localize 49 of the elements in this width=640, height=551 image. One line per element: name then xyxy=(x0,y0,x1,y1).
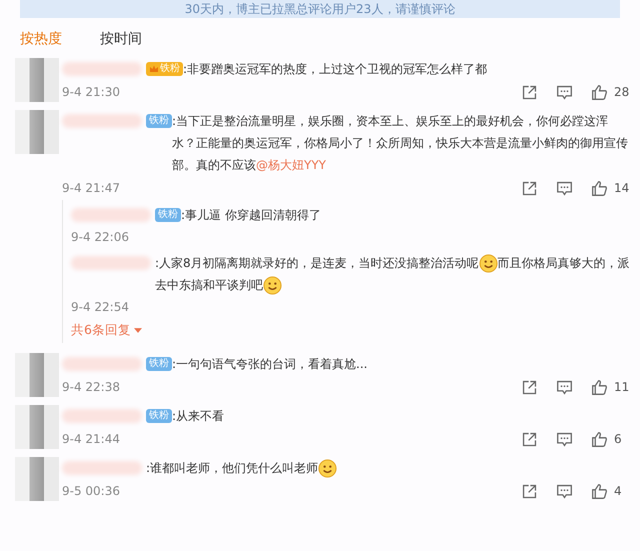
like-count: 6 xyxy=(614,432,623,446)
crown-icon xyxy=(149,64,159,74)
comment-text: :从来不看 xyxy=(172,408,226,425)
comment-icon[interactable] xyxy=(556,378,573,396)
more-replies-link[interactable]: 共6条回复 xyxy=(71,322,142,339)
comment-time: 9-4 21:44 xyxy=(62,432,120,446)
smiley-emoji-icon xyxy=(318,459,338,478)
comment-icon[interactable] xyxy=(556,482,573,500)
share-icon[interactable] xyxy=(521,378,538,396)
comment-time: 9-4 21:30 xyxy=(62,85,120,99)
comment-text: :一句句语气夸张的台词，看着真尬... xyxy=(172,356,368,373)
thumbs-up-icon[interactable] xyxy=(591,84,608,100)
fan-badge: 铁粉 xyxy=(146,357,172,371)
share-icon[interactable] xyxy=(521,180,538,196)
fan-badge: 铁粉 xyxy=(155,208,181,222)
comment-text: :谁都叫老师，他们凭什么叫老师 xyxy=(146,457,630,479)
comment-time: 9-4 22:38 xyxy=(62,380,120,394)
thumbs-up-icon[interactable] xyxy=(591,378,608,396)
comment-icon[interactable] xyxy=(556,84,573,100)
thumbs-up-icon[interactable] xyxy=(591,430,608,448)
fan-badge: 铁粉 xyxy=(146,62,183,76)
share-icon[interactable] xyxy=(521,482,538,500)
fan-badge: 铁粉 xyxy=(146,409,172,423)
comment-text: :非要蹭奥运冠军的热度，上过这个卫视的冠军怎么样了都 xyxy=(183,61,488,78)
comment-time: 9-4 21:47 xyxy=(62,181,120,195)
thumbs-up-icon[interactable] xyxy=(591,180,608,196)
reply-text: :事儿逼 你穿越回清朝得了 xyxy=(181,207,322,224)
comment-time: 9-5 00:36 xyxy=(62,484,120,498)
fan-badge: 铁粉 xyxy=(146,114,172,128)
like-count: 14 xyxy=(614,181,630,195)
smiley-emoji-icon xyxy=(478,254,498,274)
sort-tab[interactable]: 按热度 xyxy=(20,30,62,48)
mention-link[interactable]: @杨大妞YYY xyxy=(256,158,326,172)
notice-banner: 30天内，博主已拉黑总评论用户23人，请谨慎评论 xyxy=(20,0,620,18)
sort-tab[interactable]: 按时间 xyxy=(100,30,142,48)
comment-icon[interactable] xyxy=(556,430,573,448)
like-count: 4 xyxy=(614,484,623,498)
like-count: 11 xyxy=(614,380,630,394)
caret-icon xyxy=(134,328,142,333)
comment-text: :当下正是整治流量明星，娱乐圈，资本至上、娱乐至上的最好机会，你何必蹚这浑水？正能量的奥运冠军，你格局小了！众所周知，快乐大本营是流量小鲜肉的御用宣传部。真的不应该@杨大妞YYY xyxy=(172,113,629,174)
like-count: 28 xyxy=(614,85,630,99)
reply-time: 9-4 22:54 xyxy=(71,299,130,316)
share-icon[interactable] xyxy=(521,430,538,448)
share-icon[interactable] xyxy=(521,84,538,100)
thumbs-up-icon[interactable] xyxy=(591,482,608,500)
comment-icon[interactable] xyxy=(556,180,573,196)
reply-text: :人家8月初隔离期就录好的，是连麦，当时还没搞整治活动呢 而且你格局真够大的，派去中东搞和平谈判吧 xyxy=(155,252,630,296)
reply-time: 9-4 22:06 xyxy=(71,229,130,246)
smiley-emoji-icon xyxy=(263,276,282,296)
